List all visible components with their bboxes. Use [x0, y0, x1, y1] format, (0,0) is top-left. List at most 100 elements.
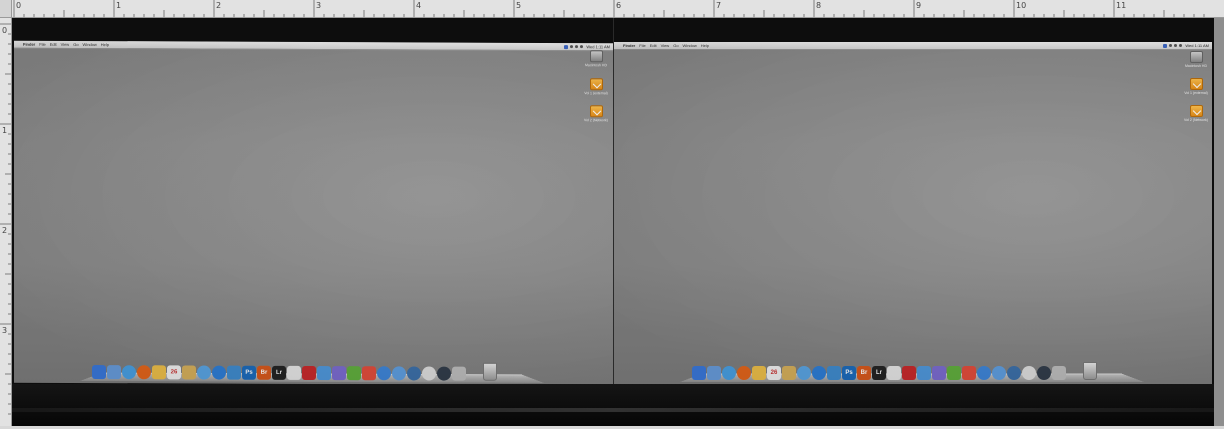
menu-bar: Finder File Edit View Go Window Help Wed… — [614, 42, 1212, 50]
iphoto-icon[interactable] — [227, 365, 241, 380]
utilities-icon[interactable] — [452, 366, 466, 381]
mail-icon[interactable] — [707, 366, 721, 380]
menu-go[interactable]: Go — [71, 41, 80, 48]
battery-icon[interactable] — [1179, 44, 1183, 47]
facetime-icon[interactable] — [992, 366, 1006, 380]
ruler-horizontal-ticks: 0 1 2 3 4 5 6 7 8 9 10 11 — [13, 0, 1205, 17]
desktop-icon-vol-2[interactable]: Vol 2 (Network) — [581, 105, 611, 122]
itunes-icon[interactable] — [377, 366, 391, 381]
wireless-icon[interactable] — [317, 366, 331, 381]
menu-file[interactable]: File — [37, 41, 47, 48]
palette-icon[interactable] — [962, 366, 976, 380]
clock-icon[interactable] — [422, 366, 436, 381]
trash-icon[interactable] — [483, 362, 497, 381]
notes-icon[interactable] — [752, 366, 766, 380]
menu-window[interactable]: Window — [681, 42, 699, 49]
utilities-icon[interactable] — [1052, 366, 1066, 380]
monitor-screen-left: Finder File Edit View Go Window Help Wed… — [14, 40, 613, 386]
menu-view[interactable]: View — [659, 42, 672, 49]
ruler-number: 10 — [1016, 1, 1026, 10]
safari-icon[interactable] — [122, 365, 136, 380]
photoshop-icon[interactable]: Ps — [842, 366, 856, 380]
menu-edit[interactable]: Edit — [648, 42, 659, 49]
ruler-number: 0 — [2, 26, 7, 35]
ruler-number: 0 — [16, 1, 21, 10]
menu-help[interactable]: Help — [99, 41, 111, 48]
menu-finder[interactable]: Finder — [21, 41, 37, 48]
facetime-icon[interactable] — [392, 366, 406, 381]
itunes-icon[interactable] — [977, 366, 991, 380]
status-app-icon[interactable] — [564, 44, 569, 49]
browser-icon[interactable] — [1007, 366, 1021, 380]
app-store-icon[interactable] — [212, 365, 226, 380]
firefox-icon[interactable] — [737, 366, 751, 380]
desktop-icon-vol-1[interactable]: Vol 1 (external) — [1181, 78, 1211, 95]
bezel-reflection — [12, 408, 1214, 412]
wifi-icon[interactable] — [1169, 44, 1173, 47]
desktop-icon-macintosh-hd[interactable]: Macintosh HD — [581, 50, 611, 67]
pen-tool-icon[interactable] — [332, 366, 346, 381]
calendar-icon[interactable]: 26 — [767, 366, 781, 380]
menu-view[interactable]: View — [59, 41, 72, 48]
lightroom-icon[interactable]: Lr — [872, 366, 886, 380]
external-volume-icon — [1189, 78, 1203, 90]
calendar-icon[interactable]: 26 — [167, 365, 181, 380]
ruler-vertical-ticks: 0 1 2 3 — [0, 23, 11, 415]
finder-icon[interactable] — [92, 365, 106, 380]
desktop-icon-label: Vol 1 (external) — [584, 91, 608, 96]
ruler-number: 8 — [816, 1, 821, 10]
mail-icon[interactable] — [107, 365, 121, 380]
acrobat-icon[interactable] — [902, 366, 916, 380]
finder-icon[interactable] — [692, 366, 706, 380]
leaf-icon[interactable] — [347, 366, 361, 381]
browser-icon[interactable] — [407, 366, 421, 381]
quicktime-icon[interactable] — [437, 366, 451, 381]
photo-canvas: Finder File Edit View Go Window Help Wed… — [12, 18, 1214, 426]
wifi-icon[interactable] — [570, 45, 574, 49]
preview-icon[interactable] — [182, 365, 196, 380]
menu-finder[interactable]: Finder — [621, 42, 637, 49]
menu-file[interactable]: File — [637, 42, 647, 49]
menu-clock[interactable]: Wed 1:11 AM — [1184, 42, 1209, 49]
external-volume-icon — [589, 78, 603, 91]
notes-icon[interactable] — [152, 365, 166, 380]
screen-icon[interactable] — [887, 366, 901, 380]
ruler-number: 11 — [1116, 1, 1126, 10]
ruler-number: 2 — [216, 1, 221, 10]
menu-help[interactable]: Help — [699, 42, 711, 49]
quicktime-icon[interactable] — [1037, 366, 1051, 380]
acrobat-icon[interactable] — [302, 365, 316, 381]
photoshop-icon[interactable]: Ps — [242, 365, 256, 380]
menu-edit[interactable]: Edit — [48, 41, 59, 48]
menu-go[interactable]: Go — [671, 42, 680, 49]
ruler-number: 3 — [2, 326, 7, 335]
trash-icon[interactable] — [1083, 362, 1097, 380]
safari-icon[interactable] — [722, 366, 736, 380]
bridge-icon[interactable]: Br — [257, 365, 271, 380]
firefox-icon[interactable] — [137, 365, 151, 380]
clock-icon[interactable] — [1022, 366, 1036, 380]
menu-window[interactable]: Window — [81, 41, 99, 48]
app-store-icon[interactable] — [812, 366, 826, 380]
bridge-icon[interactable]: Br — [857, 366, 871, 380]
network-icon[interactable] — [797, 366, 811, 380]
palette-icon[interactable] — [362, 366, 376, 381]
volume-icon[interactable] — [1174, 44, 1178, 47]
lightroom-icon[interactable]: Lr — [272, 365, 286, 380]
pen-tool-icon[interactable] — [932, 366, 946, 380]
preview-icon[interactable] — [782, 366, 796, 380]
hard-drive-icon — [589, 50, 603, 63]
network-icon[interactable] — [197, 365, 211, 380]
wireless-icon[interactable] — [917, 366, 931, 380]
desktop-icon-macintosh-hd[interactable]: Macintosh HD — [1181, 51, 1211, 68]
volume-icon[interactable] — [575, 45, 579, 49]
leaf-icon[interactable] — [947, 366, 961, 380]
desktop-icon-vol-2[interactable]: Vol 2 (Network) — [1181, 105, 1211, 122]
screen-icon[interactable] — [287, 365, 301, 380]
ruler-number: 3 — [316, 1, 321, 10]
desktop-icon-vol-1[interactable]: Vol 1 (external) — [581, 78, 611, 95]
external-volume-icon — [1189, 105, 1203, 117]
battery-icon[interactable] — [580, 45, 584, 49]
iphoto-icon[interactable] — [827, 366, 841, 380]
status-app-icon[interactable] — [1163, 43, 1168, 48]
